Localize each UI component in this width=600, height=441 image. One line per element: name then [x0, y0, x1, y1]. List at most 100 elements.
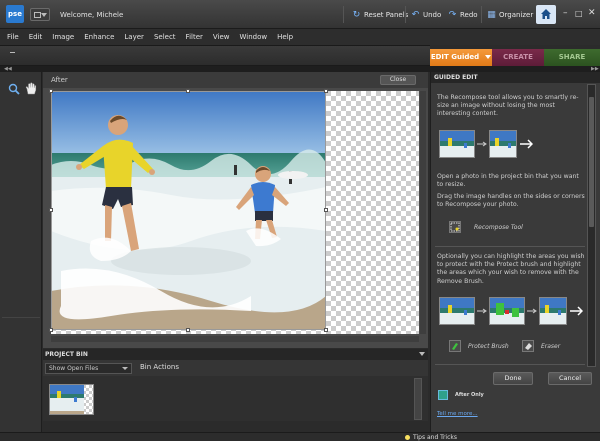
divider	[343, 6, 344, 23]
tab-edit-guided[interactable]: EDIT Guided	[430, 49, 492, 66]
close-window-button[interactable]: ✕	[588, 8, 596, 18]
thumbnail-image	[50, 385, 84, 414]
layout-grid-icon	[34, 12, 41, 18]
menu-window[interactable]: Window	[240, 33, 268, 41]
bin-actions-menu[interactable]: Bin Actions	[140, 363, 179, 371]
vertical-scrollbar[interactable]	[420, 91, 426, 334]
recompose-tool-icon[interactable]	[449, 221, 461, 233]
done-button[interactable]: Done	[493, 372, 533, 385]
after-only-icon[interactable]	[438, 390, 448, 400]
divider	[435, 364, 585, 365]
minimize-button[interactable]: –	[563, 8, 568, 18]
tell-me-more-link[interactable]: Tell me more...	[437, 411, 478, 417]
reset-panels-button[interactable]: ↻ Reset Panels	[352, 9, 409, 21]
home-icon	[541, 9, 551, 19]
chevron-down-icon	[41, 13, 47, 17]
zoom-tool-icon[interactable]	[8, 83, 20, 95]
protect-marked-thumbnail	[489, 297, 525, 325]
protect-brush-icon[interactable]	[449, 340, 461, 352]
protect-after-thumbnail	[539, 297, 567, 325]
tools-panel	[0, 72, 42, 432]
menu-layer[interactable]: Layer	[124, 33, 144, 41]
tool-options-bar	[0, 45, 430, 66]
cancel-button[interactable]: Cancel	[548, 372, 592, 385]
after-only-label: After Only	[455, 392, 484, 398]
bin-scrollbar[interactable]	[414, 378, 422, 420]
divider	[2, 317, 40, 318]
menu-edit[interactable]: Edit	[29, 33, 43, 41]
resize-handle[interactable]	[49, 89, 53, 93]
menu-bar: File Edit Image Enhance Layer Select Fil…	[0, 29, 600, 45]
resize-handle[interactable]	[49, 208, 53, 212]
resize-arrow-icon	[520, 139, 533, 149]
undo-button[interactable]: ↶ Undo	[411, 9, 442, 21]
resize-handle[interactable]	[324, 208, 328, 212]
step3-text: Optionally you can highlight the areas y…	[437, 253, 585, 285]
protect-brush-label: Protect Brush	[468, 343, 509, 350]
project-bin-content	[43, 376, 428, 421]
eraser-label: Eraser	[541, 343, 561, 350]
step2-text: Drag the image handles on the sides or c…	[437, 193, 585, 209]
guided-edit-panel: GUIDED EDIT The Recompose tool allows yo…	[430, 72, 600, 432]
options-indicator	[10, 52, 15, 53]
project-bin-controls: Show Open Files Bin Actions	[43, 360, 428, 376]
resize-handle[interactable]	[186, 328, 190, 332]
menu-enhance[interactable]: Enhance	[84, 33, 114, 41]
app-logo: pse	[6, 5, 24, 23]
tab-create[interactable]: CREATE	[492, 49, 544, 66]
redo-icon: ↷	[448, 9, 457, 20]
menu-file[interactable]: File	[7, 33, 19, 41]
maximize-button[interactable]: □	[575, 9, 583, 18]
organizer-icon: ▦	[487, 9, 496, 20]
resize-handle[interactable]	[186, 89, 190, 93]
before-thumbnail	[439, 130, 475, 158]
close-document-button[interactable]: Close	[380, 75, 416, 85]
eraser-icon[interactable]	[522, 340, 534, 352]
resize-arrow-icon	[570, 306, 583, 316]
resize-handle[interactable]	[324, 328, 328, 332]
after-thumbnail	[489, 130, 517, 158]
resize-handle[interactable]	[49, 328, 53, 332]
resize-handle[interactable]	[324, 89, 328, 93]
bin-thumbnail[interactable]	[49, 384, 94, 415]
layout-dropdown-button[interactable]	[30, 8, 50, 21]
hand-tool-icon[interactable]	[25, 82, 37, 95]
project-bin-header: PROJECT BIN	[43, 349, 428, 360]
intro-text: The Recompose tool allows you to smartly…	[437, 94, 579, 118]
show-files-dropdown[interactable]: Show Open Files	[45, 363, 132, 374]
recompose-tool-label: Recompose Tool	[474, 224, 523, 231]
guided-edit-title: GUIDED EDIT	[434, 74, 478, 81]
photo-bounding-box	[51, 91, 326, 330]
guided-edit-scrollbar[interactable]	[587, 84, 596, 367]
horizontal-scrollbar[interactable]	[51, 336, 419, 342]
protect-before-thumbnail	[439, 297, 475, 325]
status-bar: Tips and Tricks	[0, 432, 600, 441]
menu-view[interactable]: View	[213, 33, 230, 41]
chevron-down-icon	[485, 55, 492, 59]
menu-select[interactable]: Select	[154, 33, 176, 41]
document-header: After Close	[43, 72, 428, 88]
arrow-right-icon	[527, 308, 537, 314]
lightbulb-icon	[405, 435, 410, 440]
chevron-down-icon	[122, 367, 128, 370]
redo-button[interactable]: ↷ Redo	[448, 9, 478, 21]
collapse-bin-icon[interactable]	[419, 352, 425, 356]
organizer-button[interactable]: ▦ Organizer	[487, 9, 533, 21]
guided-edit-header: GUIDED EDIT	[431, 72, 600, 83]
divider	[405, 6, 406, 23]
tips-and-tricks-button[interactable]: Tips and Tricks	[405, 434, 457, 441]
menu-filter[interactable]: Filter	[186, 33, 203, 41]
project-bin-title: PROJECT BIN	[45, 351, 88, 358]
image-canvas[interactable]	[49, 89, 419, 334]
tab-share[interactable]: SHARE	[544, 49, 600, 66]
document-window: After Close	[43, 72, 428, 348]
scrollbar-thumb[interactable]	[589, 97, 594, 227]
title-bar: pse Welcome, Michele ↻ Reset Panels ↶ Un…	[0, 0, 600, 29]
arrow-right-icon	[477, 308, 487, 314]
menu-image[interactable]: Image	[52, 33, 74, 41]
menu-help[interactable]: Help	[277, 33, 293, 41]
home-button[interactable]	[536, 5, 556, 24]
arrow-right-icon	[477, 141, 487, 147]
divider	[481, 6, 482, 23]
step1-text: Open a photo in the project bin that you…	[437, 173, 579, 189]
